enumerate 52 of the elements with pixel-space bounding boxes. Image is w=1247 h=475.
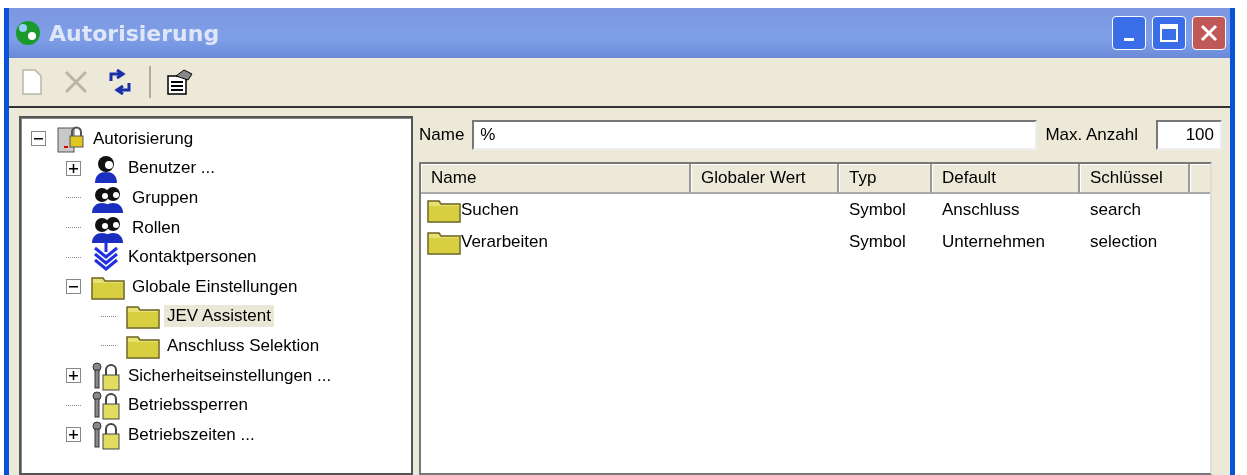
tree-item[interactable]: Anschluss Selektion — [164, 334, 323, 357]
column-header[interactable]: Schlüssel — [1080, 164, 1190, 194]
table-cell[interactable]: Verarbeiten — [461, 232, 548, 252]
tree-item[interactable]: JEV Assistent — [164, 305, 274, 328]
column-header[interactable]: Typ — [839, 164, 932, 194]
tree-item[interactable]: Betriebssperren — [125, 394, 251, 417]
tree-item[interactable]: Globale Einstellungen — [129, 275, 301, 298]
tree-item[interactable]: Rollen — [129, 216, 184, 239]
expand-toggle[interactable] — [66, 160, 81, 176]
collapse-toggle[interactable] — [66, 279, 81, 295]
name-field[interactable]: % — [472, 120, 1038, 150]
app-logo-icon — [13, 19, 43, 47]
chevrons-icon — [91, 242, 121, 273]
expand-toggle[interactable] — [66, 427, 81, 443]
collapse-toggle[interactable] — [31, 131, 46, 147]
folder-icon — [126, 303, 160, 330]
minimize-button[interactable] — [1112, 16, 1146, 50]
column-header[interactable]: Globaler Wert — [691, 164, 839, 194]
table-cell[interactable]: Suchen — [461, 200, 519, 220]
plus-icon — [69, 163, 78, 173]
maximize-icon — [1159, 23, 1179, 43]
window-title: Autorisierung — [49, 20, 221, 46]
expand-toggle[interactable] — [66, 368, 81, 384]
column-header[interactable]: Default — [932, 164, 1080, 194]
table-cell-text: Symbol — [848, 232, 907, 252]
tree-item[interactable]: Sicherheitseinstellungen ... — [125, 364, 335, 387]
tree-item[interactable]: Autorisierung — [90, 127, 197, 150]
folder-icon — [427, 197, 461, 223]
tree-item[interactable]: Benutzer ... — [125, 157, 218, 180]
plus-icon — [69, 430, 78, 440]
table-cell-text: Symbol — [848, 200, 907, 220]
table-cell-text: Anschluss — [941, 200, 1021, 220]
tree-item[interactable]: Kontaktpersonen — [125, 246, 260, 269]
keys-lock-icon — [91, 419, 121, 450]
table-cell-text: search — [1089, 200, 1143, 220]
header-filler — [1190, 164, 1210, 194]
table-cell-text: selection — [1089, 232, 1159, 252]
close-button[interactable] — [1192, 16, 1226, 50]
minimize-icon — [1124, 37, 1134, 41]
maximize-button[interactable] — [1152, 16, 1186, 50]
tree-item[interactable]: Betriebszeiten ... — [125, 423, 258, 446]
max-count-field[interactable]: 100 — [1156, 120, 1222, 150]
max-count-label: Max. Anzahl — [1045, 125, 1138, 145]
column-header[interactable]: Name — [421, 164, 691, 194]
plus-icon — [69, 371, 78, 381]
name-label: Name — [419, 125, 465, 145]
table-cell-text: Unternehmen — [941, 232, 1046, 252]
tree-item[interactable]: Gruppen — [129, 187, 202, 209]
keys-lock-icon — [91, 390, 121, 421]
folder-icon — [427, 229, 461, 255]
keys-lock-icon — [91, 360, 121, 391]
close-icon — [1199, 23, 1219, 43]
